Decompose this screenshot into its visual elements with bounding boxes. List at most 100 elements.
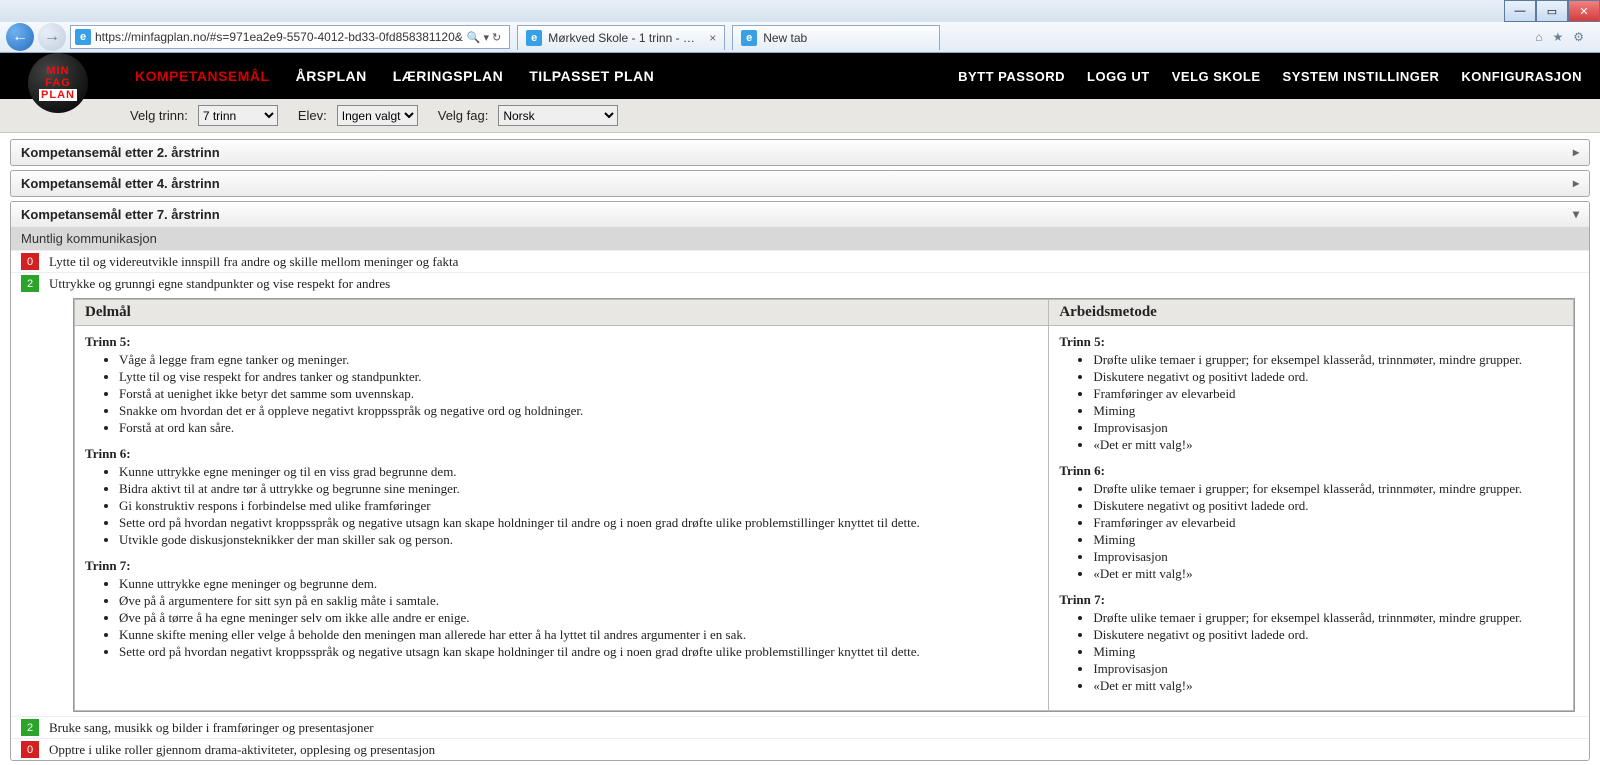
goal-row[interactable]: 2 Uttrykke og grunngi egne standpunkter … [11, 272, 1589, 294]
list-item: Framføringer av elevarbeid [1093, 386, 1563, 402]
address-bar[interactable]: e https://minfagplan.no/#s=971ea2e9-5570… [70, 25, 510, 49]
nav-system[interactable]: SYSTEM INSTILLINGER [1283, 69, 1440, 84]
panel-7-header[interactable]: Kompetansemål etter 7. årstrinn [11, 202, 1589, 227]
home-icon[interactable]: ⌂ [1535, 30, 1542, 44]
list-item: Våge å legge fram egne tanker og meninge… [119, 352, 1038, 368]
panel-2-arstrinn[interactable]: Kompetansemål etter 2. årstrinn [10, 139, 1590, 166]
goal-row[interactable]: 2 Bruke sang, musikk og bilder i framfør… [11, 716, 1589, 738]
site-header: MINFAGPLAN KOMPETANSEMÅL ÅRSPLAN LÆRINGS… [0, 53, 1600, 99]
list-item: Forstå at uenighet ikke betyr det samme … [119, 386, 1038, 402]
goal-text: Uttrykke og grunngi egne standpunkter og… [49, 276, 390, 292]
goal-row[interactable]: 0 Lytte til og videreutvikle innspill fr… [11, 250, 1589, 272]
goal-count-badge: 2 [21, 719, 39, 736]
panel-4-arstrinn[interactable]: Kompetansemål etter 4. årstrinn [10, 170, 1590, 197]
panel-7-arstrinn-open: Kompetansemål etter 7. årstrinn Muntlig … [10, 201, 1590, 761]
favicon-icon: e [741, 30, 757, 46]
refresh-icon[interactable]: ↻ [492, 31, 501, 44]
nav-arsplan[interactable]: ÅRSPLAN [296, 68, 367, 84]
delmal-list-7: Kunne uttrykke egne meninger og begrunne… [85, 576, 1038, 660]
list-item: Framføringer av elevarbeid [1093, 515, 1563, 531]
list-item: Improvisasjon [1093, 661, 1563, 677]
nav-velg-skole[interactable]: VELG SKOLE [1172, 69, 1261, 84]
nav-kompetansemal[interactable]: KOMPETANSEMÅL [135, 68, 270, 84]
nav-konfig[interactable]: KONFIGURASJON [1461, 69, 1582, 84]
metode-list-7: Drøfte ulike temaer i grupper; for eksem… [1059, 610, 1563, 694]
window-minimize-button[interactable]: — [1504, 0, 1536, 22]
page-body: MINFAGPLAN KOMPETANSEMÅL ÅRSPLAN LÆRINGS… [0, 53, 1600, 761]
fag-label: Velg fag: [438, 108, 489, 123]
metode-cell: Trinn 5: Drøfte ulike temaer i grupper; … [1049, 326, 1574, 711]
list-item: Miming [1093, 532, 1563, 548]
fag-select[interactable]: Norsk [498, 105, 618, 126]
list-item: Drøfte ulike temaer i grupper; for eksem… [1093, 481, 1563, 497]
main-nav: KOMPETANSEMÅL ÅRSPLAN LÆRINGSPLAN TILPAS… [135, 68, 654, 84]
goal-detail-table: Delmål Arbeidsmetode Trinn 5: Våge å leg… [73, 298, 1575, 712]
list-item: Øve på å tørre å ha egne meninger selv o… [119, 610, 1038, 626]
list-item: Diskutere negativt og positivt ladede or… [1093, 627, 1563, 643]
browser-tools: ⌂ ★ ⚙ [1535, 30, 1594, 44]
goal-count-badge: 2 [21, 275, 39, 292]
list-item: Drøfte ulike temaer i grupper; for eksem… [1093, 610, 1563, 626]
list-item: «Det er mitt valg!» [1093, 566, 1563, 582]
nav-bytt-passord[interactable]: BYTT PASSORD [958, 69, 1065, 84]
window-top-strip: — ▭ ✕ [0, 0, 1600, 22]
trinn5-title: Trinn 5: [85, 334, 1038, 350]
col-delmal: Delmål [75, 300, 1049, 326]
forward-button[interactable]: → [38, 23, 66, 51]
list-item: Improvisasjon [1093, 549, 1563, 565]
dropdown-icon[interactable]: ▾ [483, 31, 489, 44]
subsection-muntlig: Muntlig kommunikasjon [11, 227, 1589, 250]
gear-icon[interactable]: ⚙ [1573, 30, 1584, 44]
list-item: Øve på å argumentere for sitt syn på en … [119, 593, 1038, 609]
back-button[interactable]: ← [6, 23, 34, 51]
goal-row[interactable]: 0 Opptre i ulike roller gjennom drama-ak… [11, 738, 1589, 760]
logo-ball: MINFAGPLAN [28, 53, 88, 113]
nav-tilpasset[interactable]: TILPASSET PLAN [529, 68, 654, 84]
list-item: Snakke om hvordan det er å oppleve negat… [119, 403, 1038, 419]
list-item: Forstå at ord kan såre. [119, 420, 1038, 436]
tab-new[interactable]: e New tab [732, 25, 940, 50]
nav-laeringsplan[interactable]: LÆRINGSPLAN [393, 68, 504, 84]
goal-count-badge: 0 [21, 741, 39, 758]
browser-toolbar: ← → e https://minfagplan.no/#s=971ea2e9-… [0, 22, 1600, 53]
list-item: Diskutere negativt og positivt ladede or… [1093, 369, 1563, 385]
trinn6-title: Trinn 6: [85, 446, 1038, 462]
window-controls: — ▭ ✕ [1504, 0, 1600, 22]
list-item: Lytte til og vise respekt for andres tan… [119, 369, 1038, 385]
tab-label: Mørkved Skole - 1 trinn - U... [548, 31, 701, 45]
list-item: Drøfte ulike temaer i grupper; for eksem… [1093, 352, 1563, 368]
url-text: https://minfagplan.no/#s=971ea2e9-5570-4… [95, 30, 463, 44]
secondary-nav: BYTT PASSORD LOGG UT VELG SKOLE SYSTEM I… [958, 69, 1600, 84]
trinn-label: Velg trinn: [130, 108, 188, 123]
delmal-list-5: Våge å legge fram egne tanker og meninge… [85, 352, 1038, 436]
filter-bar: Velg trinn: 7 trinn Elev: Ingen valgt Ve… [0, 99, 1600, 133]
tab-active[interactable]: e Mørkved Skole - 1 trinn - U... × [517, 25, 725, 50]
ie-icon: e [75, 29, 91, 45]
elev-label: Elev: [298, 108, 327, 123]
list-item: «Det er mitt valg!» [1093, 437, 1563, 453]
metode-list-6: Drøfte ulike temaer i grupper; for eksem… [1059, 481, 1563, 582]
elev-select[interactable]: Ingen valgt [337, 105, 418, 126]
favorites-icon[interactable]: ★ [1552, 30, 1563, 44]
list-item: Kunne uttrykke egne meninger og til en v… [119, 464, 1038, 480]
goal-count-badge: 0 [21, 253, 39, 270]
list-item: Kunne skifte mening eller velge å behold… [119, 627, 1038, 643]
window-close-button[interactable]: ✕ [1568, 0, 1600, 22]
col-metode: Arbeidsmetode [1049, 300, 1574, 326]
goal-text: Opptre i ulike roller gjennom drama-akti… [49, 742, 435, 758]
trinn5-title: Trinn 5: [1059, 334, 1563, 350]
search-icon[interactable]: 🔍 [467, 31, 481, 44]
trinn7-title: Trinn 7: [85, 558, 1038, 574]
nav-logg-ut[interactable]: LOGG UT [1087, 69, 1150, 84]
list-item: Bidra aktivt til at andre tør å uttrykke… [119, 481, 1038, 497]
tab-close-icon[interactable]: × [709, 31, 716, 45]
favicon-icon: e [526, 30, 542, 46]
accordion: Kompetansemål etter 2. årstrinn Kompetan… [10, 139, 1590, 761]
trinn-select[interactable]: 7 trinn [198, 105, 278, 126]
metode-list-5: Drøfte ulike temaer i grupper; for eksem… [1059, 352, 1563, 453]
site-logo[interactable]: MINFAGPLAN [0, 53, 95, 99]
list-item: «Det er mitt valg!» [1093, 678, 1563, 694]
list-item: Sette ord på hvordan negativt kroppssprå… [119, 644, 1038, 660]
window-maximize-button[interactable]: ▭ [1536, 0, 1568, 22]
list-item: Diskutere negativt og positivt ladede or… [1093, 498, 1563, 514]
